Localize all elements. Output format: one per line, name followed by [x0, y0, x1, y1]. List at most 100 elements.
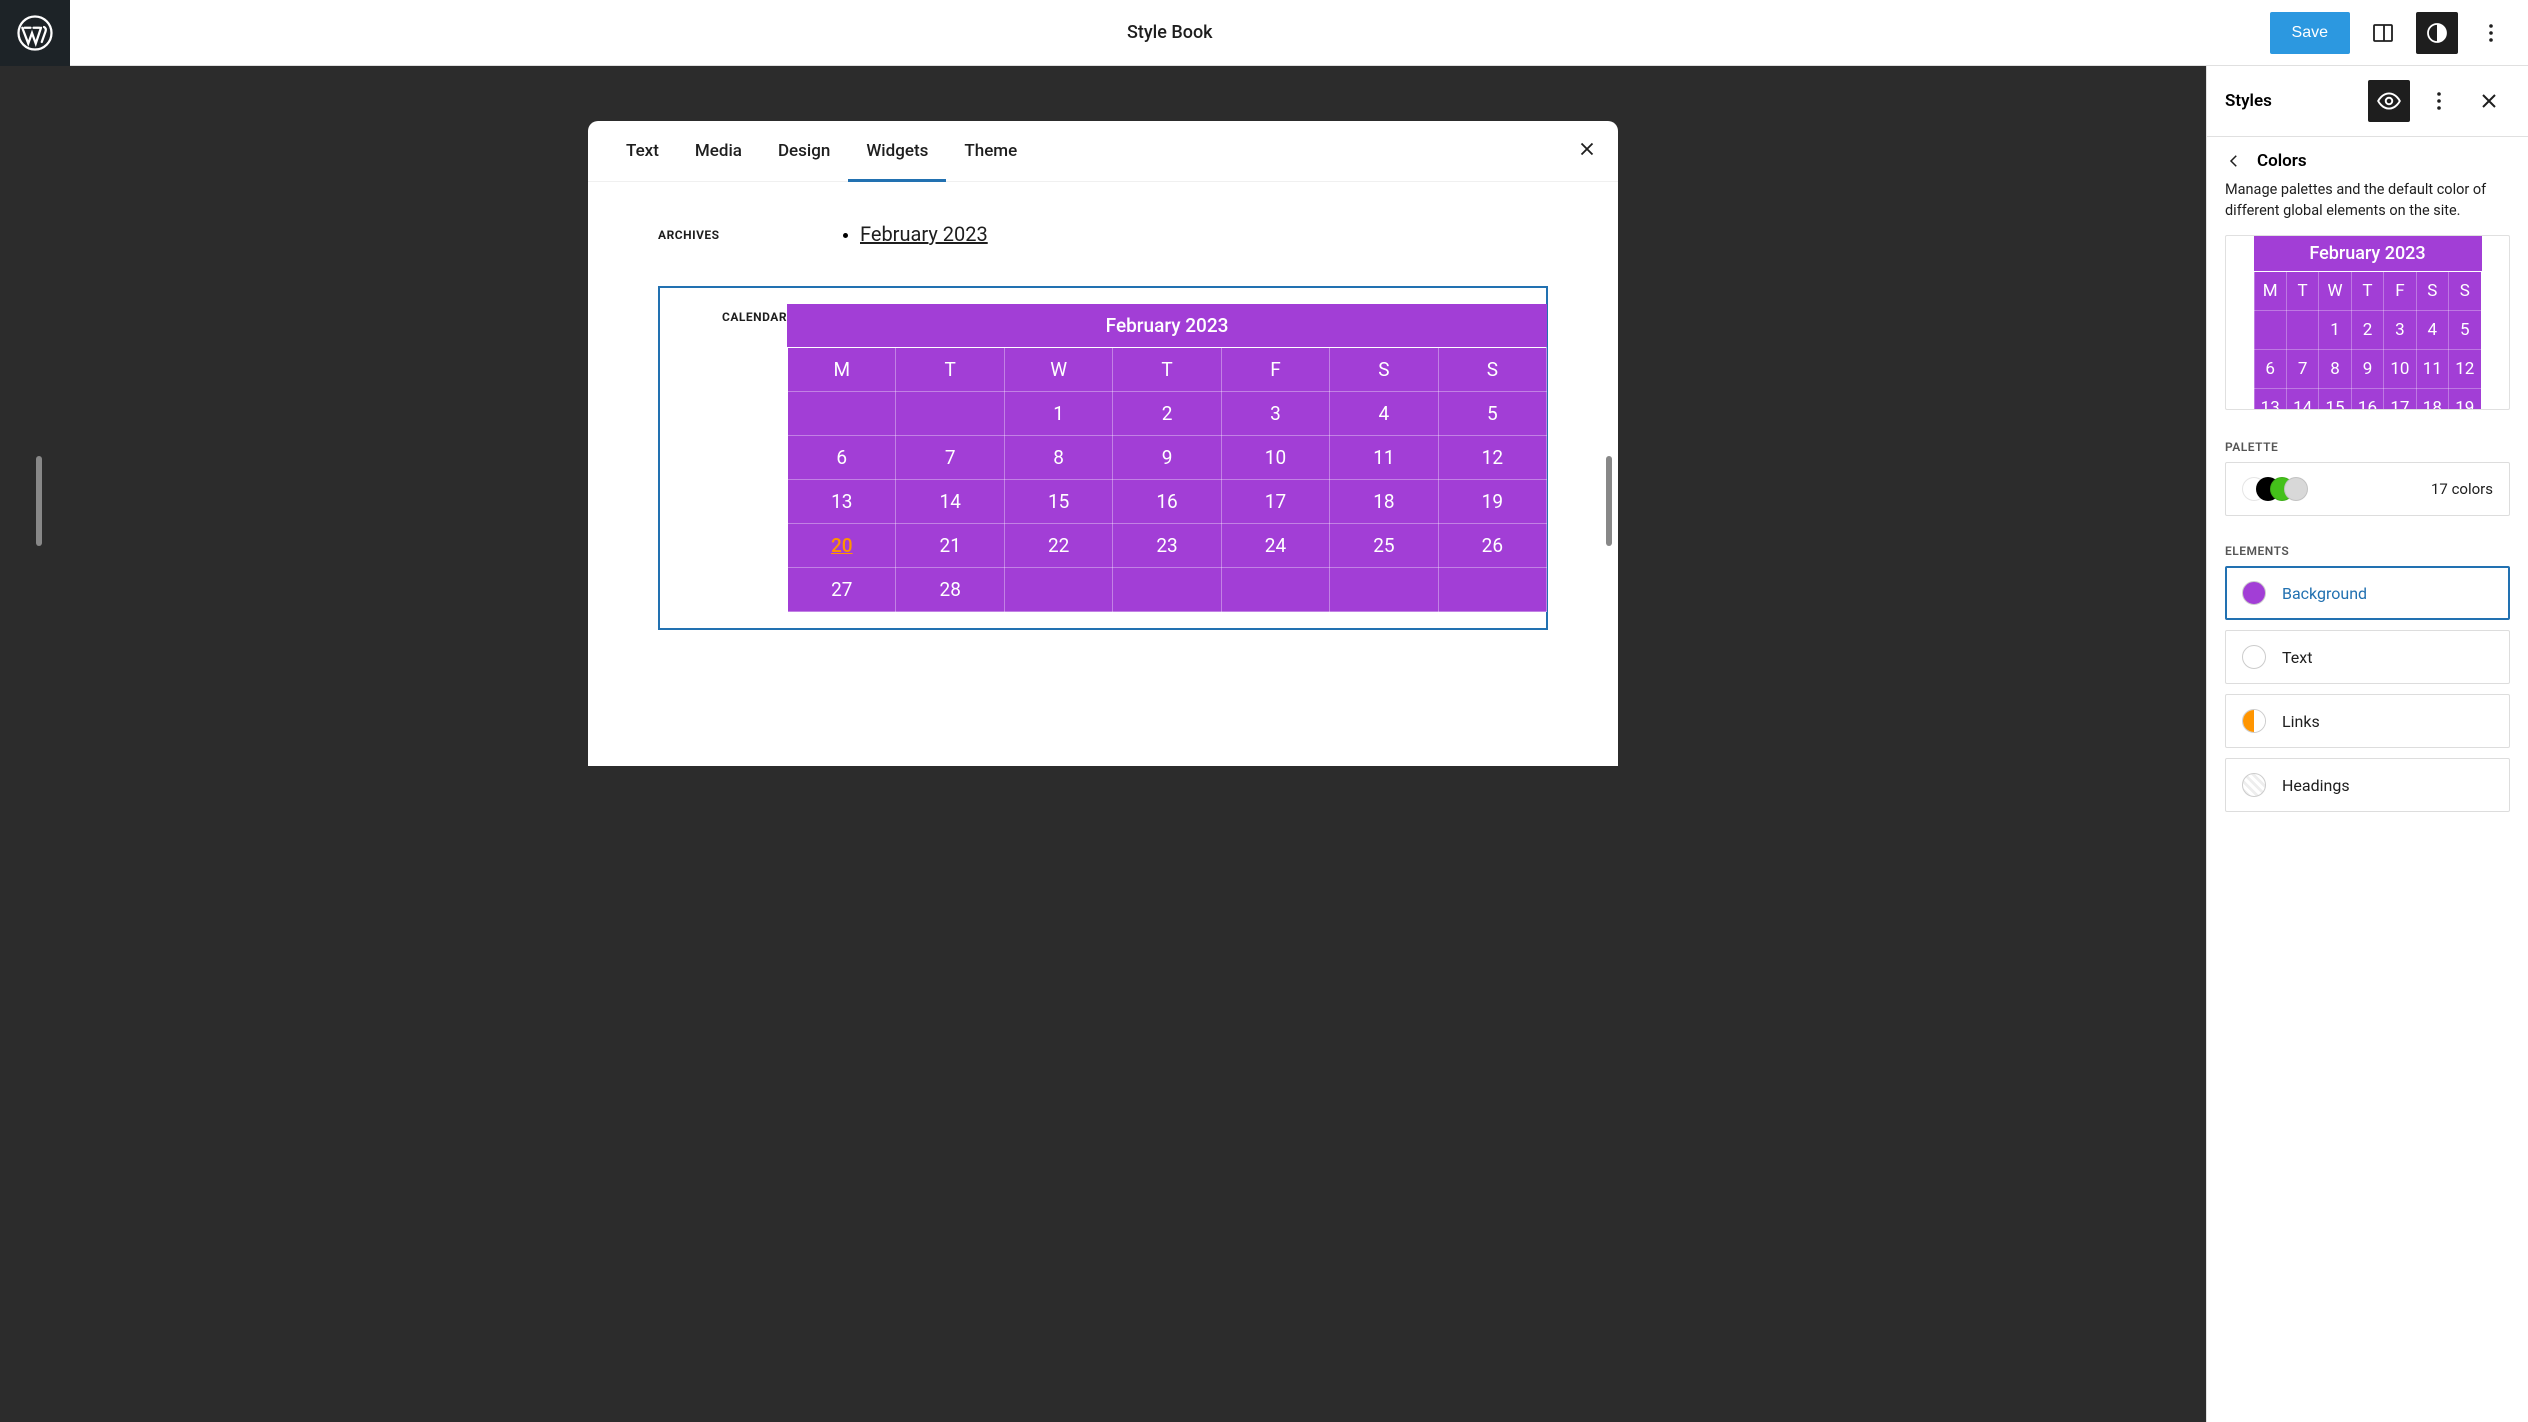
tabs-bar: TextMediaDesignWidgetsTheme: [588, 121, 1618, 182]
calendar-day[interactable]: 22: [1004, 524, 1112, 568]
calendar-weekday: M: [788, 348, 896, 392]
close-icon[interactable]: [1576, 138, 1598, 164]
colors-title: Colors: [2257, 151, 2307, 171]
tab-text[interactable]: Text: [608, 121, 677, 181]
calendar-day[interactable]: 3: [1221, 392, 1329, 436]
calendar-day[interactable]: 5: [1438, 392, 1546, 436]
calendar-weekday: W: [1004, 348, 1112, 392]
styles-more-icon[interactable]: [2418, 80, 2460, 122]
calendar-day[interactable]: 8: [1004, 436, 1112, 480]
topbar-actions: Save: [2270, 12, 2528, 54]
tab-widgets[interactable]: Widgets: [848, 121, 946, 181]
calendar-day[interactable]: 15: [1004, 480, 1112, 524]
element-background[interactable]: Background: [2225, 566, 2510, 620]
mini-weekday: T: [2286, 272, 2318, 311]
sidebar-header: Styles: [2207, 66, 2528, 137]
element-label: Headings: [2282, 776, 2350, 795]
element-text[interactable]: Text: [2225, 630, 2510, 684]
calendar-day[interactable]: 6: [788, 436, 896, 480]
sidebar-toggle-icon[interactable]: [2362, 12, 2404, 54]
back-icon[interactable]: [2225, 152, 2243, 170]
wordpress-logo[interactable]: [0, 0, 70, 66]
element-label: Links: [2282, 712, 2320, 731]
stylebook-toggle-icon[interactable]: [2368, 80, 2410, 122]
calendar-day[interactable]: 23: [1113, 524, 1221, 568]
calendar-day[interactable]: 26: [1438, 524, 1546, 568]
calendar-month: February 2023: [787, 304, 1547, 347]
sidebar-title: Styles: [2225, 91, 2272, 111]
mini-day: 11: [2416, 350, 2448, 389]
mini-day: 8: [2319, 350, 2351, 389]
calendar-day: [788, 392, 896, 436]
mini-day: 12: [2449, 350, 2481, 389]
archives-label: ARCHIVES: [658, 222, 838, 246]
mini-weekday: S: [2416, 272, 2448, 311]
mini-weekday: M: [2254, 272, 2286, 311]
calendar-day[interactable]: 28: [896, 568, 1004, 612]
mini-day: 15: [2319, 389, 2351, 411]
resize-handle-right[interactable]: [1606, 456, 1612, 546]
calendar-day[interactable]: 25: [1330, 524, 1438, 568]
calendar-day[interactable]: 2: [1113, 392, 1221, 436]
tab-design[interactable]: Design: [760, 121, 848, 181]
mini-day: 10: [2384, 350, 2416, 389]
element-links[interactable]: Links: [2225, 694, 2510, 748]
mini-day: 1: [2319, 311, 2351, 350]
palette-count: 17 colors: [2431, 480, 2493, 498]
mini-weekday: S: [2449, 272, 2481, 311]
colors-breadcrumb: Colors: [2207, 137, 2528, 179]
calendar-day[interactable]: 18: [1330, 480, 1438, 524]
mini-day: 9: [2351, 350, 2383, 389]
archives-section: ARCHIVES February 2023: [658, 222, 1548, 246]
palette-button[interactable]: 17 colors: [2225, 462, 2510, 516]
resize-handle-left[interactable]: [36, 456, 42, 546]
calendar-block[interactable]: CALENDAR February 2023 MTWTFSS 123456789…: [658, 286, 1548, 630]
calendar-day[interactable]: 24: [1221, 524, 1329, 568]
mini-day: 3: [2384, 311, 2416, 350]
element-swatch: [2242, 773, 2266, 797]
save-button[interactable]: Save: [2270, 12, 2350, 54]
calendar-day: [1113, 568, 1221, 612]
calendar-day[interactable]: 14: [896, 480, 1004, 524]
styles-sidebar: Styles Colors Manage palettes an: [2206, 66, 2528, 1422]
calendar-day: [1330, 568, 1438, 612]
element-headings[interactable]: Headings: [2225, 758, 2510, 812]
styles-icon[interactable]: [2416, 12, 2458, 54]
calendar-day[interactable]: 19: [1438, 480, 1546, 524]
tab-media[interactable]: Media: [677, 121, 760, 181]
calendar-day[interactable]: 4: [1330, 392, 1438, 436]
tab-theme[interactable]: Theme: [946, 121, 1035, 181]
mini-day: 4: [2416, 311, 2448, 350]
calendar-day[interactable]: 27: [788, 568, 896, 612]
mini-weekday: F: [2384, 272, 2416, 311]
archive-link[interactable]: February 2023: [860, 222, 988, 246]
calendar-weekday: S: [1438, 348, 1546, 392]
calendar-day[interactable]: 9: [1113, 436, 1221, 480]
elements-label: ELEMENTS: [2207, 534, 2528, 566]
mini-weekday: W: [2319, 272, 2351, 311]
close-sidebar-icon[interactable]: [2468, 80, 2510, 122]
palette-swatch: [2284, 477, 2308, 501]
color-preview: February 2023 MTWTFSS 123456789101112131…: [2225, 235, 2510, 410]
calendar-day[interactable]: 16: [1113, 480, 1221, 524]
mini-day: 5: [2449, 311, 2481, 350]
calendar-day[interactable]: 21: [896, 524, 1004, 568]
calendar-day[interactable]: 20: [788, 524, 896, 568]
mini-day: 16: [2351, 389, 2383, 411]
archive-item: February 2023: [860, 222, 1548, 246]
calendar-day[interactable]: 13: [788, 480, 896, 524]
calendar-day[interactable]: 10: [1221, 436, 1329, 480]
calendar-day: [896, 392, 1004, 436]
calendar-day[interactable]: 17: [1221, 480, 1329, 524]
more-options-icon[interactable]: [2470, 12, 2512, 54]
calendar-day[interactable]: 7: [896, 436, 1004, 480]
calendar-day[interactable]: 1: [1004, 392, 1112, 436]
page-title: Style Book: [70, 22, 2270, 43]
calendar-day[interactable]: 11: [1330, 436, 1438, 480]
calendar-day[interactable]: 12: [1438, 436, 1546, 480]
calendar-weekday: T: [1113, 348, 1221, 392]
calendar-day: [1004, 568, 1112, 612]
calendar-weekday: F: [1221, 348, 1329, 392]
mini-day: 19: [2449, 389, 2481, 411]
mini-day: 18: [2416, 389, 2448, 411]
